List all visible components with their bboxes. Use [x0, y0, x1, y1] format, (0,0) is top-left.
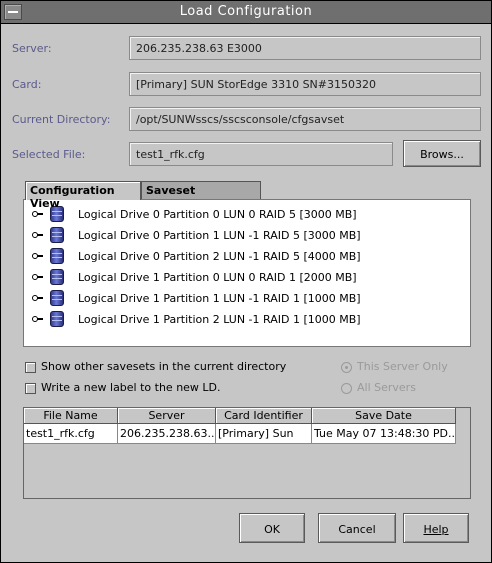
server-label: Server: [12, 42, 52, 55]
table-cell-card-identifier[interactable]: [Primary] Sun [216, 424, 312, 444]
write-new-label-label: Write a new label to the new LD. [41, 381, 221, 394]
selected-file-field[interactable]: test1_rfk.cfg [129, 142, 393, 166]
logical-drive-icon [50, 269, 64, 285]
help-button[interactable]: Help [403, 513, 469, 543]
tree-item[interactable]: Logical Drive 1 Partition 2 LUN -1 RAID … [30, 310, 460, 330]
browse-button[interactable]: Brows... [403, 140, 481, 167]
logical-drive-icon [50, 227, 64, 243]
current-directory-field: /opt/SUNWsscs/sscsconsole/cfgsavset [129, 107, 481, 131]
card-field: [Primary] SUN StorEdge 3310 SN#3150320 [129, 72, 481, 96]
expand-handle-icon[interactable] [32, 211, 43, 218]
this-server-only-label: This Server Only [357, 360, 448, 373]
tree-item-label: Logical Drive 0 Partition 2 LUN -1 RAID … [78, 250, 361, 263]
saveset-table[interactable]: File Name Server Card Identifier Save Da… [23, 407, 471, 499]
load-configuration-dialog: Load Configuration Server: 206.235.238.6… [0, 0, 492, 563]
title-bar[interactable]: Load Configuration [1, 1, 491, 24]
tree-item[interactable]: Logical Drive 1 Partition 0 LUN 0 RAID 1… [30, 268, 460, 288]
cancel-button[interactable]: Cancel [318, 513, 396, 543]
tree-item-label: Logical Drive 1 Partition 1 LUN -1 RAID … [78, 292, 361, 305]
expand-handle-icon[interactable] [32, 274, 43, 281]
write-new-label-checkbox[interactable] [25, 383, 36, 394]
window-title: Load Configuration [179, 4, 313, 19]
table-cell-save-date[interactable]: Tue May 07 13:48:30 PD... [312, 424, 456, 444]
expand-handle-icon[interactable] [32, 253, 43, 260]
tree-item-label: Logical Drive 0 Partition 1 LUN -1 RAID … [78, 229, 361, 242]
show-other-savesets-label: Show other savesets in the current direc… [41, 360, 287, 373]
show-other-savesets-checkbox[interactable] [25, 362, 36, 373]
configuration-tree[interactable]: Logical Drive 0 Partition 0 LUN 0 RAID 5… [23, 199, 471, 347]
tree-item[interactable]: Logical Drive 0 Partition 0 LUN 0 RAID 5… [30, 205, 460, 225]
tree-item[interactable]: Logical Drive 0 Partition 1 LUN -1 RAID … [30, 226, 460, 246]
tree-item[interactable]: Logical Drive 0 Partition 2 LUN -1 RAID … [30, 247, 460, 267]
server-field: 206.235.238.63 E3000 [129, 36, 481, 60]
this-server-only-radio[interactable] [341, 362, 352, 373]
card-label: Card: [12, 78, 42, 91]
tree-item-label: Logical Drive 0 Partition 0 LUN 0 RAID 5… [78, 208, 357, 221]
ok-button[interactable]: OK [239, 513, 305, 543]
column-header-save-date[interactable]: Save Date [312, 408, 456, 424]
column-header-card-identifier[interactable]: Card Identifier [216, 408, 312, 424]
logical-drive-icon [50, 248, 64, 264]
all-servers-label: All Servers [357, 381, 416, 394]
current-directory-label: Current Directory: [12, 113, 111, 126]
table-cell-server[interactable]: 206.235.238.63... [118, 424, 216, 444]
tree-item-label: Logical Drive 1 Partition 2 LUN -1 RAID … [78, 313, 361, 326]
expand-handle-icon[interactable] [32, 232, 43, 239]
expand-handle-icon[interactable] [32, 316, 43, 323]
column-header-file-name[interactable]: File Name [24, 408, 118, 424]
all-servers-radio[interactable] [341, 383, 352, 394]
column-header-server[interactable]: Server [118, 408, 216, 424]
tab-configuration-view[interactable]: Configuration View [25, 181, 141, 210]
selected-file-label: Selected File: [12, 148, 86, 161]
expand-handle-icon[interactable] [32, 295, 43, 302]
tab-saveset-description[interactable]: Saveset Description [141, 181, 261, 210]
logical-drive-icon [50, 311, 64, 327]
table-cell-file-name[interactable]: test1_rfk.cfg [24, 424, 118, 444]
logical-drive-icon [50, 290, 64, 306]
tree-item[interactable]: Logical Drive 1 Partition 1 LUN -1 RAID … [30, 289, 460, 309]
tree-item-label: Logical Drive 1 Partition 0 LUN 0 RAID 1… [78, 271, 357, 284]
